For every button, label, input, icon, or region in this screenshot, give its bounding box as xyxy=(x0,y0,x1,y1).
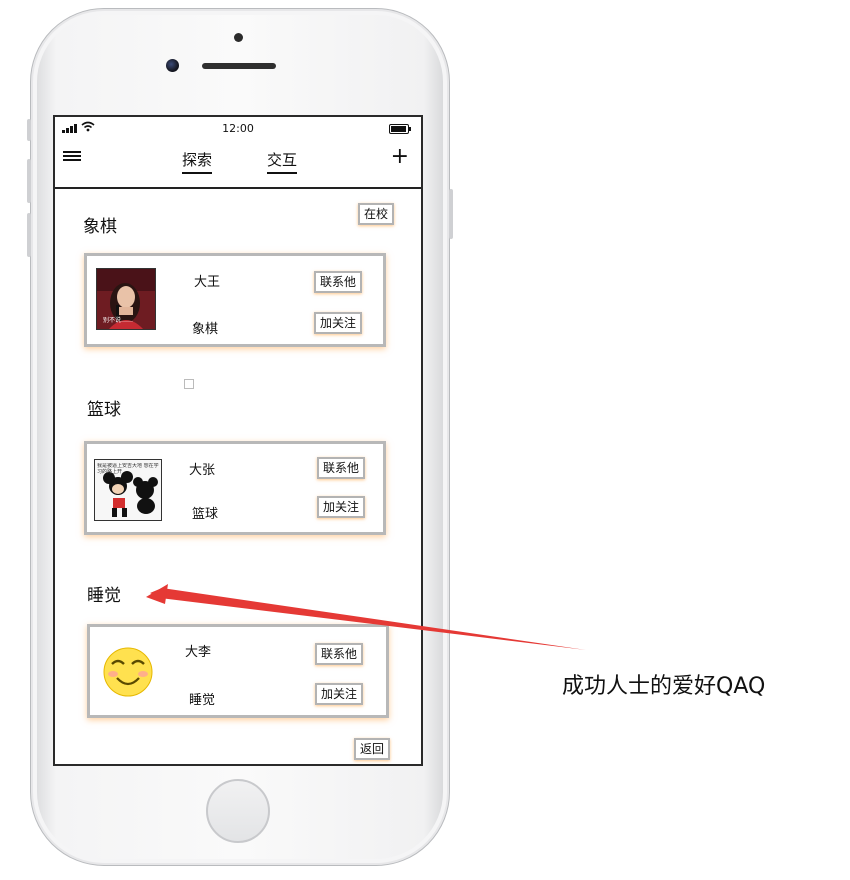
battery-icon xyxy=(389,124,411,134)
user-name: 大李 xyxy=(185,645,212,660)
status-bar: 12:00 xyxy=(55,117,421,139)
section-title-basketball: 篮球 xyxy=(87,400,121,420)
avatar-caption: 我是被逼上安吉大地 想在学习的路上开 xyxy=(97,463,159,475)
user-avatar: 别不说…… xyxy=(96,268,156,330)
user-name: 大张 xyxy=(189,463,216,478)
tab-explore[interactable]: 探索 xyxy=(182,149,213,174)
user-hobby: 睡觉 xyxy=(189,693,216,708)
section-title-sleep: 睡觉 xyxy=(87,586,121,606)
sensor-dot xyxy=(234,33,243,42)
status-time: 12:00 xyxy=(222,122,254,135)
section-title-chess: 象棋 xyxy=(83,217,117,237)
user-avatar: 我是被逼上安吉大地 想在学习的路上开 xyxy=(94,459,162,521)
wifi-icon xyxy=(81,121,95,134)
power-button xyxy=(449,189,453,239)
smiley-emoji-image xyxy=(103,647,153,697)
campus-button[interactable]: 在校 xyxy=(358,203,395,225)
follow-button[interactable]: 加关注 xyxy=(315,683,364,705)
user-card-chess[interactable]: 别不说…… 大王 象棋 联系他 加关注 xyxy=(84,253,386,347)
user-card-sleep[interactable]: 大李 睡觉 联系他 加关注 xyxy=(87,624,389,718)
user-name: 大王 xyxy=(194,275,221,290)
follow-button[interactable]: 加关注 xyxy=(314,312,363,334)
home-button[interactable] xyxy=(206,779,270,843)
add-icon[interactable]: + xyxy=(391,145,409,169)
follow-button[interactable]: 加关注 xyxy=(317,496,366,518)
contact-button[interactable]: 联系他 xyxy=(314,271,363,293)
back-button[interactable]: 返回 xyxy=(354,738,391,760)
tab-interact[interactable]: 交互 xyxy=(267,149,298,174)
volume-down-button xyxy=(27,213,31,257)
phone-screen: 12:00 探索 交互 + 在校 象棋 别不说…… 大王 象棋 联系他 加关注 … xyxy=(53,115,423,766)
mute-switch xyxy=(27,119,31,141)
menu-list-icon[interactable] xyxy=(63,151,81,165)
earpiece-speaker xyxy=(202,63,276,69)
empty-checkbox[interactable] xyxy=(184,379,194,389)
annotation-label: 成功人士的爱好QAQ xyxy=(562,674,766,699)
cellular-signal-icon xyxy=(62,124,78,133)
user-avatar xyxy=(102,646,154,698)
user-hobby: 篮球 xyxy=(192,507,219,522)
user-card-basketball[interactable]: 我是被逼上安吉大地 想在学习的路上开 大张 篮球 联系他 加关注 xyxy=(84,441,386,535)
user-hobby: 象棋 xyxy=(192,322,219,337)
contact-button[interactable]: 联系他 xyxy=(315,643,364,665)
volume-up-button xyxy=(27,159,31,203)
avatar-caption: 别不说…… xyxy=(103,317,134,324)
contact-button[interactable]: 联系他 xyxy=(317,457,366,479)
top-nav: 探索 交互 + xyxy=(55,139,421,189)
front-camera xyxy=(166,59,179,72)
